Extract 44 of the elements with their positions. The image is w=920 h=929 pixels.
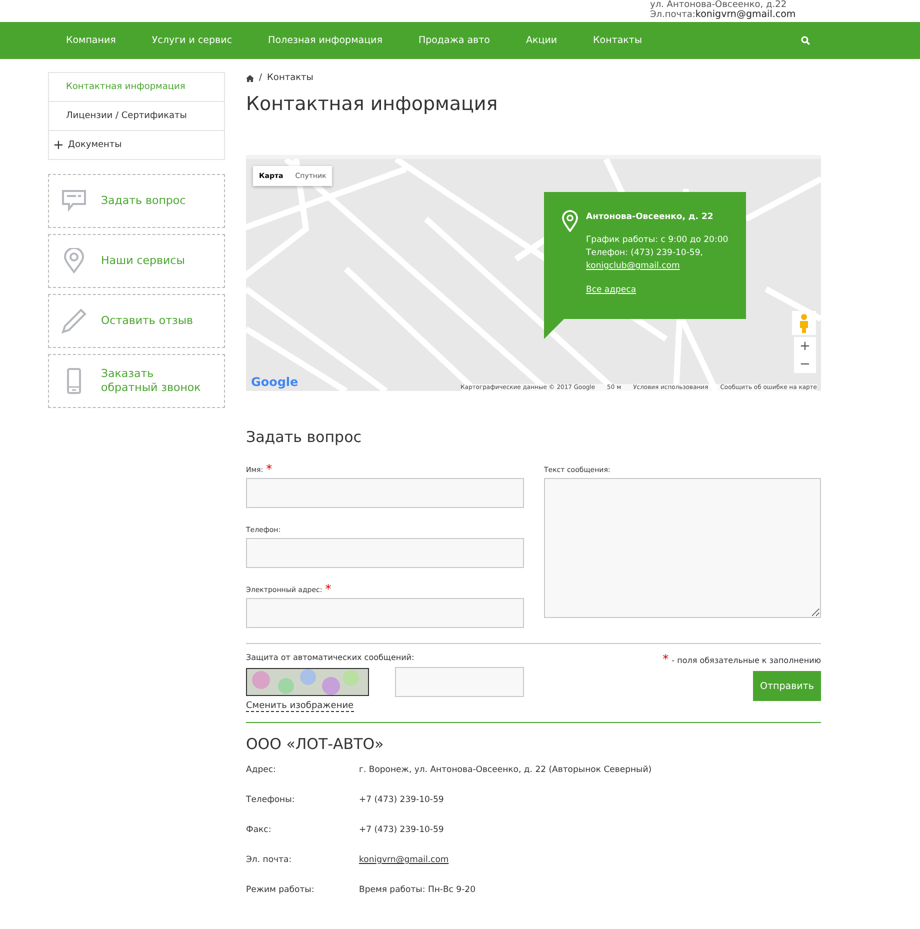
info-value: +7 (473) 239-10-59 <box>359 825 445 835</box>
captcha-field[interactable] <box>395 667 524 697</box>
required-note: - поля обязательные к заполнению <box>672 656 821 665</box>
company-name: ООО «ЛОТ-АВТО» <box>246 735 385 753</box>
popup-title: Антонова-Овсеенко, д. 22 <box>586 212 714 222</box>
location-pin-icon <box>61 248 87 274</box>
pegman-icon <box>792 311 816 335</box>
expand-icon[interactable]: + <box>53 138 64 152</box>
popup-schedule: График работы: с 9:00 до 20:00 <box>586 234 728 247</box>
popup-phone: Телефон: (473) 239-10-59, <box>586 247 703 260</box>
info-label: Телефоны: <box>246 795 296 805</box>
info-value: +7 (473) 239-10-59 <box>359 795 445 805</box>
email-label: Эл.почта: <box>650 10 696 20</box>
email-link[interactable]: konigvrn@gmail.com <box>695 9 796 20</box>
sidebar-item[interactable]: Лицензии / Сертификаты <box>49 102 224 131</box>
breadcrumb-separator: / <box>259 73 262 83</box>
email-link[interactable]: konigvrn@gmail.com <box>359 855 821 865</box>
info-label: Режим работы: <box>246 885 316 895</box>
info-label: Факс: <box>246 825 272 835</box>
required-mark: * <box>266 463 272 475</box>
input-field[interactable] <box>246 478 524 508</box>
page-title: Контактная информация <box>246 93 499 115</box>
info-label: Адрес: <box>246 765 277 775</box>
required-mark: * <box>662 653 669 665</box>
sidebar-item[interactable]: + Документы <box>49 131 224 159</box>
input-field[interactable] <box>246 598 524 628</box>
map-logo: Google <box>251 375 298 389</box>
change-image-link[interactable]: Сменить изображение <box>246 701 354 712</box>
header-address: ул. Антонова-Овсеенко, д.22 <box>650 0 787 10</box>
location-pin-icon <box>562 210 578 232</box>
input-field[interactable] <box>246 538 524 568</box>
pencil-icon <box>61 308 87 334</box>
popup-tail-icon <box>544 319 564 339</box>
info-label: Эл. почта: <box>246 855 293 865</box>
breadcrumb-item: Контакты <box>267 73 314 83</box>
home-icon[interactable] <box>246 74 254 82</box>
message-field[interactable] <box>544 478 821 618</box>
captcha-label: Защита от автоматических сообщений: <box>246 653 414 662</box>
search-icon[interactable] <box>801 36 810 45</box>
info-value: г. Воронеж, ул. Антонова-Овсеенко, д. 22 (Авторынок Северный) <box>359 765 653 775</box>
required-mark: * <box>325 583 332 595</box>
form-title: Задать вопрос <box>246 428 362 446</box>
speech-bubble-icon <box>61 188 87 214</box>
info-value: Время работы: Пн-Вс 9-20 <box>359 885 476 895</box>
